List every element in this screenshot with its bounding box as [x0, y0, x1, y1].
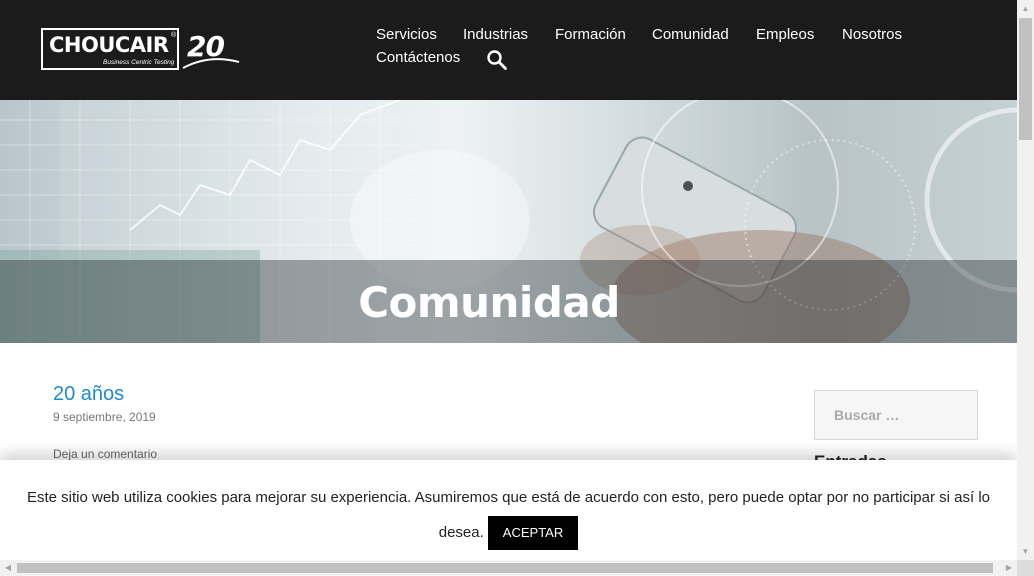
cookie-banner: Este sitio web utiliza cookies para mejo…: [0, 460, 1017, 560]
logo-registered: ®: [171, 32, 177, 39]
leave-comment-link[interactable]: Deja un comentario: [53, 447, 157, 461]
scroll-down-icon[interactable]: ▼: [1017, 543, 1034, 560]
cookie-message-wrap: Este sitio web utiliza cookies para mejo…: [20, 480, 997, 551]
nav-item-industrias[interactable]: Industrias: [463, 26, 528, 43]
nav-item-contactenos[interactable]: Contáctenos: [376, 49, 460, 66]
vertical-scroll-thumb[interactable]: [1019, 18, 1032, 140]
nav-item-comunidad[interactable]: Comunidad: [652, 26, 729, 43]
scrollbar-corner: [1017, 560, 1034, 576]
post-date: 9 septiembre, 2019: [53, 410, 156, 424]
site-header: CHOUCAIR ® Business Centric Testing 20 S…: [0, 0, 1017, 100]
hero-banner: Comunidad: [0, 100, 1017, 343]
logo-swoosh-icon: [182, 58, 240, 69]
nav-item-empleos[interactable]: Empleos: [756, 26, 814, 43]
choucair-logo[interactable]: CHOUCAIR ® Business Centric Testing 20: [41, 28, 241, 74]
hero-title: Comunidad: [358, 278, 620, 327]
scroll-up-icon[interactable]: ▲: [1017, 0, 1034, 17]
horizontal-scrollbar[interactable]: ◀ ▶: [0, 560, 1017, 576]
logo-brand: CHOUCAIR: [49, 33, 169, 57]
horizontal-scroll-thumb[interactable]: [17, 563, 993, 573]
logo-box: CHOUCAIR ® Business Centric Testing: [41, 28, 179, 70]
logo-tagline: Business Centric Testing: [103, 59, 175, 66]
vertical-scrollbar[interactable]: ▲ ▼: [1017, 0, 1034, 560]
search-icon[interactable]: [486, 49, 508, 71]
accept-cookies-button[interactable]: ACEPTAR: [487, 516, 579, 551]
nav-item-servicios[interactable]: Servicios: [376, 26, 437, 43]
search-input[interactable]: [834, 391, 974, 439]
scroll-left-icon[interactable]: ◀: [0, 560, 16, 576]
nav-item-nosotros[interactable]: Nosotros: [842, 26, 902, 43]
scroll-right-icon[interactable]: ▶: [1001, 560, 1017, 576]
sidebar-search: [814, 390, 978, 440]
post-title-link[interactable]: 20 años: [53, 383, 124, 406]
nav-item-formacion[interactable]: Formación: [555, 26, 626, 43]
page: CHOUCAIR ® Business Centric Testing 20 S…: [0, 0, 1017, 560]
